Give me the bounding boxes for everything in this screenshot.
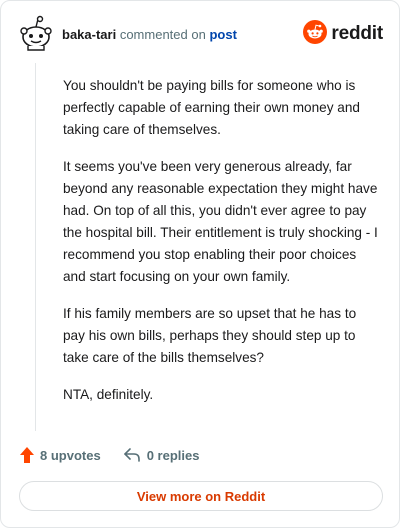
reddit-logo-icon xyxy=(303,19,328,49)
username-link[interactable]: baka-tari xyxy=(62,27,116,42)
snoo-avatar-icon[interactable] xyxy=(19,15,53,51)
comment-embed-card: baka-tari commented on post reddit You s… xyxy=(0,0,400,528)
view-more-on-reddit-button[interactable]: View more on Reddit xyxy=(19,481,383,511)
comment-paragraph: It seems you've been very generous alrea… xyxy=(63,159,378,284)
reddit-wordmark: reddit xyxy=(331,23,383,44)
comment-paragraph: NTA, definitely. xyxy=(63,387,154,402)
comment-actions: 8 upvotes 0 replies xyxy=(19,445,199,465)
thread-line xyxy=(35,63,36,431)
upvote-arrow-icon xyxy=(19,446,35,464)
reply-arrow-icon xyxy=(123,447,141,463)
reddit-brand[interactable]: reddit xyxy=(303,19,383,49)
comment-header: baka-tari commented on post reddit xyxy=(19,15,383,51)
comment-paragraph: If his family members are so upset that … xyxy=(63,306,357,365)
upvote-count: 8 upvotes xyxy=(40,447,101,463)
reply-count: 0 replies xyxy=(146,447,200,463)
post-link[interactable]: post xyxy=(209,27,236,42)
upvote-button[interactable]: 8 upvotes xyxy=(19,446,101,464)
comment-body: You shouldn't be paying bills for someon… xyxy=(63,75,381,421)
comment-meta: baka-tari commented on post xyxy=(62,27,237,42)
action-text: commented on xyxy=(119,27,206,42)
comment-paragraph: You shouldn't be paying bills for someon… xyxy=(63,78,360,137)
replies-button[interactable]: 0 replies xyxy=(123,447,200,463)
